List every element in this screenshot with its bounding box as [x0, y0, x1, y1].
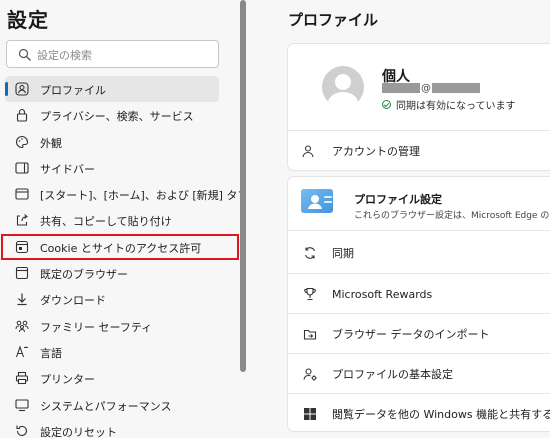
search-placeholder: 設定の検索: [37, 49, 92, 62]
import-icon: [302, 326, 318, 342]
sidebar-item-cookies-site-permissions[interactable]: Cookie とサイトのアクセス許可: [1, 233, 239, 261]
sidebar-item-profile[interactable]: プロファイル: [5, 76, 219, 103]
sidebar-item-label: 既定のブラウザー: [40, 268, 128, 282]
sidebar-item-default-browser[interactable]: 既定のブラウザー: [0, 260, 242, 286]
sync-row[interactable]: 同期: [288, 233, 550, 273]
sidebar-item-system-performance[interactable]: システムとパフォーマンス: [0, 392, 242, 418]
divider: [288, 230, 550, 231]
profile-settings-card: プロファイル設定 これらのブラウザー設定は、Microsoft Edge のプロ…: [288, 177, 550, 431]
row-label: Microsoft Rewards: [332, 287, 433, 301]
manage-account-row[interactable]: アカウントの管理: [288, 131, 550, 170]
row-label: ブラウザー データのインポート: [332, 328, 490, 341]
check-circle-icon: [382, 100, 391, 109]
email-at-sign: @: [421, 82, 431, 94]
avatar[interactable]: [322, 66, 364, 108]
sidebar-item-printers[interactable]: プリンター: [0, 365, 242, 391]
windows-icon: [302, 406, 318, 422]
sidebar-item-label: プロファイル: [40, 84, 106, 97]
cookie-icon: [14, 239, 30, 255]
sync-status-text: 同期は有効になっています: [396, 101, 516, 112]
share-browsing-data-row[interactable]: 閲覧データを他の Windows 機能と共有する: [288, 394, 550, 431]
sidebar-item-label: 設定のリセット: [40, 425, 117, 438]
redacted-email-domain: [432, 83, 480, 93]
home-tab-icon: [14, 186, 30, 202]
page-title: プロファイル: [288, 11, 379, 29]
sidebar-item-start-home-tabs[interactable]: [スタート]、[ホーム]、および [新規] タブ: [0, 181, 242, 207]
profile-preferences-row[interactable]: プロファイルの基本設定: [288, 354, 550, 394]
manage-account-label: アカウントの管理: [332, 145, 420, 158]
sidebar-item-share-copy-paste[interactable]: 共有、コピーして貼り付け: [0, 207, 242, 233]
profile-settings-description: これらのブラウザー設定は、Microsoft Edge のプロファ: [354, 211, 550, 221]
row-label: プロファイルの基本設定: [332, 368, 453, 381]
sidebar-item-downloads[interactable]: ダウンロード: [0, 286, 242, 312]
avatar-head: [335, 74, 351, 90]
sidebar-item-label: Cookie とサイトのアクセス許可: [40, 241, 202, 255]
row-label: 閲覧データを他の Windows 機能と共有する: [332, 408, 550, 421]
lock-icon: [14, 107, 30, 123]
sidebar-item-label: プライバシー、検索、サービス: [40, 110, 194, 124]
person-icon: [300, 143, 316, 159]
search-input[interactable]: 設定の検索: [6, 40, 219, 68]
profile-settings-illustration-icon: [300, 187, 336, 217]
main-content: プロファイル 個人 @ 同期は有効になっています アカウントの管理 プロファイル…: [246, 0, 550, 438]
sidebar-item-family-safety[interactable]: ファミリー セーフティ: [0, 313, 242, 339]
share-icon: [14, 212, 30, 228]
sidebar-item-label: 共有、コピーして貼り付け: [40, 215, 172, 229]
family-icon: [14, 318, 30, 334]
sidebar-title: 設定: [7, 8, 49, 32]
sidebar-item-label: [スタート]、[ホーム]、および [新規] タブ: [40, 189, 242, 203]
row-label: 同期: [332, 247, 354, 260]
reset-icon: [14, 423, 30, 438]
avatar-body: [328, 92, 358, 108]
trophy-icon: [302, 286, 318, 302]
import-browser-data-row[interactable]: ブラウザー データのインポート: [288, 314, 550, 354]
download-icon: [14, 291, 30, 307]
microsoft-rewards-row[interactable]: Microsoft Rewards: [288, 274, 550, 314]
sync-icon: [302, 245, 318, 261]
settings-nav: プロファイル プライバシー、検索、サービス 外観 サイドバー [スタート]、[ホ…: [0, 76, 242, 438]
profile-settings-title: プロファイル設定: [354, 193, 442, 206]
sidebar-icon: [14, 160, 30, 176]
sidebar-item-label: サイドバー: [40, 162, 95, 176]
redacted-email-user: [382, 83, 420, 93]
appearance-icon: [14, 134, 30, 150]
profile-preferences-icon: [302, 366, 318, 382]
profile-email: @: [382, 82, 480, 94]
sidebar-item-appearance[interactable]: 外観: [0, 129, 242, 155]
language-icon: [14, 344, 30, 360]
system-icon: [14, 397, 30, 413]
sidebar-item-languages[interactable]: 言語: [0, 339, 242, 365]
profile-icon: [14, 81, 30, 97]
printer-icon: [14, 370, 30, 386]
active-indicator: [5, 82, 8, 96]
sync-status: 同期は有効になっています: [382, 97, 516, 112]
sidebar-item-sidebar[interactable]: サイドバー: [0, 155, 242, 181]
sidebar-item-label: 言語: [40, 346, 62, 360]
sidebar-item-label: システムとパフォーマンス: [40, 399, 172, 413]
sidebar-item-label: プリンター: [40, 373, 95, 387]
sidebar-item-reset-settings[interactable]: 設定のリセット: [0, 418, 242, 438]
profile-card: 個人 @ 同期は有効になっています アカウントの管理: [288, 44, 550, 170]
settings-sidebar: 設定 設定の検索 プロファイル プライバシー、検索、サービス 外観 サイドバー …: [0, 0, 242, 438]
search-icon: [18, 48, 32, 62]
browser-icon: [14, 265, 30, 281]
sidebar-item-label: ファミリー セーフティ: [40, 320, 153, 334]
sidebar-item-privacy[interactable]: プライバシー、検索、サービス: [0, 102, 242, 128]
sidebar-item-label: ダウンロード: [40, 294, 106, 308]
sidebar-item-label: 外観: [40, 136, 62, 150]
